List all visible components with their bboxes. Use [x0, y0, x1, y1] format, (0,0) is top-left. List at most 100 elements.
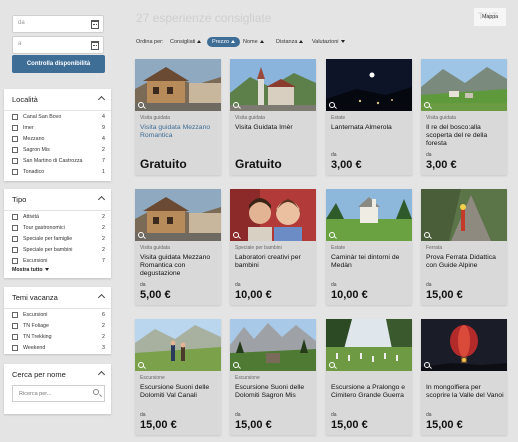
- filter-option[interactable]: Canal San Bovo 4: [12, 113, 105, 123]
- experience-card[interactable]: Visita guidata Visita guidata Mezzano Ro…: [135, 189, 221, 305]
- filter-option[interactable]: San Martino di Castrozza 7: [12, 157, 105, 167]
- card-image[interactable]: [421, 189, 507, 241]
- zoom-icon[interactable]: [233, 232, 239, 238]
- filter-option[interactable]: Tonadico 1: [12, 168, 105, 178]
- zoom-icon[interactable]: [233, 362, 239, 368]
- card-title[interactable]: In mongolfiera per scoprire la Valle del…: [426, 384, 504, 400]
- filter-option[interactable]: TN Foliage 2: [12, 322, 105, 332]
- filter-option[interactable]: Sagron Mis 2: [12, 146, 105, 156]
- checkbox[interactable]: [12, 334, 18, 340]
- card-title[interactable]: Prova Ferrata Didattica con Guide Alpine: [426, 254, 504, 270]
- card-image[interactable]: [230, 59, 316, 111]
- calendar-icon[interactable]: [91, 41, 99, 50]
- experience-card[interactable]: Escursione a Pralongo e Cimitero Grande …: [326, 319, 412, 435]
- card-title[interactable]: Escursione Suoni delle Dolomiti Sagron M…: [235, 384, 313, 400]
- filter-option[interactable]: Speciale per famiglie 2: [12, 235, 105, 245]
- experience-card[interactable]: In mongolfiera per scoprire la Valle del…: [421, 319, 507, 435]
- zoom-icon[interactable]: [424, 232, 430, 238]
- checkbox[interactable]: [12, 169, 18, 175]
- card-title[interactable]: Caminàr tei dintorni de Medàn: [331, 254, 409, 270]
- card-image[interactable]: [326, 59, 412, 111]
- card-image[interactable]: [230, 189, 316, 241]
- date-from-field[interactable]: da: [12, 15, 104, 33]
- search-input[interactable]: [13, 386, 91, 401]
- card-title[interactable]: Lanternata Almerola: [331, 124, 409, 132]
- filter-option[interactable]: Escursioni 6: [12, 311, 105, 321]
- card-image[interactable]: [135, 319, 221, 371]
- experience-card[interactable]: Ferrata Prova Ferrata Didattica con Guid…: [421, 189, 507, 305]
- card-title[interactable]: Escursione Suoni delle Dolomiti Val Cana…: [140, 384, 218, 400]
- card-image[interactable]: [421, 59, 507, 111]
- experience-card[interactable]: Escursione Escursione Suoni delle Dolomi…: [135, 319, 221, 435]
- sort-option-consigliati[interactable]: Consigliati: [170, 39, 202, 45]
- experience-card[interactable]: Estate Lanternata Almerola da 3,00 €: [326, 59, 412, 175]
- card-price: 15,00 €: [331, 419, 368, 431]
- chevron-up-icon[interactable]: [97, 370, 106, 379]
- checkbox[interactable]: [12, 136, 18, 142]
- filter-option[interactable]: TN Trekking 2: [12, 333, 105, 343]
- search-icon[interactable]: [93, 389, 99, 395]
- card-title[interactable]: Escursione a Pralongo e Cimitero Grande …: [331, 384, 409, 400]
- checkbox[interactable]: [12, 312, 18, 318]
- price-prefix: da: [426, 152, 432, 158]
- card-image[interactable]: [230, 319, 316, 371]
- zoom-icon[interactable]: [329, 362, 335, 368]
- experience-card[interactable]: Estate Caminàr tei dintorni de Medàn da …: [326, 189, 412, 305]
- filter-option[interactable]: Weekend 3: [12, 344, 105, 354]
- sort-option-nome[interactable]: Nome: [243, 39, 264, 45]
- checkbox[interactable]: [12, 247, 18, 253]
- filter-option[interactable]: Attività 2: [12, 213, 105, 223]
- zoom-icon[interactable]: [233, 102, 239, 108]
- sort-option-prezzo[interactable]: Prezzo: [207, 37, 241, 47]
- zoom-icon[interactable]: [138, 232, 144, 238]
- filter-option[interactable]: Escursioni 7: [12, 257, 105, 267]
- map-button[interactable]: Mappa: [482, 14, 498, 20]
- check-availability-button[interactable]: Controlla disponibilità: [12, 55, 105, 73]
- experience-card[interactable]: Visita guidata Il re del bosco:alla scop…: [421, 59, 507, 175]
- card-image[interactable]: [326, 189, 412, 241]
- filter-option[interactable]: Speciale per bambini 2: [12, 246, 105, 256]
- checkbox[interactable]: [12, 323, 18, 329]
- filter-option[interactable]: Mezzano 4: [12, 135, 105, 145]
- checkbox[interactable]: [12, 158, 18, 164]
- date-to-placeholder: a: [18, 41, 22, 47]
- card-image[interactable]: [421, 319, 507, 371]
- chevron-up-icon[interactable]: [97, 95, 106, 104]
- calendar-icon[interactable]: [91, 20, 99, 29]
- card-image[interactable]: [135, 59, 221, 111]
- card-title[interactable]: Visita guidata Mezzano Romantica: [140, 124, 218, 140]
- card-image[interactable]: [135, 189, 221, 241]
- card-image[interactable]: [326, 319, 412, 371]
- zoom-icon[interactable]: [329, 102, 335, 108]
- zoom-icon[interactable]: [138, 102, 144, 108]
- checkbox[interactable]: [12, 147, 18, 153]
- sort-option-valutazioni[interactable]: Valutazioni: [312, 39, 345, 45]
- chevron-up-icon[interactable]: [97, 293, 106, 302]
- search-field[interactable]: [12, 385, 105, 402]
- checkbox[interactable]: [12, 258, 18, 264]
- checkbox[interactable]: [12, 125, 18, 131]
- experience-card[interactable]: Visita guidata Visita guidata Mezzano Ro…: [135, 59, 221, 175]
- card-title[interactable]: Visita Guidata Imèr: [235, 124, 313, 132]
- experience-card[interactable]: Visita guidata Visita Guidata Imèr Gratu…: [230, 59, 316, 175]
- zoom-icon[interactable]: [329, 232, 335, 238]
- sort-option-distanza[interactable]: Distanza: [276, 39, 304, 45]
- experience-card[interactable]: Speciale per bambini Laboratori creativi…: [230, 189, 316, 305]
- checkbox[interactable]: [12, 114, 18, 120]
- zoom-icon[interactable]: [424, 362, 430, 368]
- show-all-link[interactable]: Mostra tutto: [12, 267, 49, 273]
- filter-option[interactable]: Imer 9: [12, 124, 105, 134]
- filter-option[interactable]: Tour gastronomici 2: [12, 224, 105, 234]
- zoom-icon[interactable]: [424, 102, 430, 108]
- date-to-field[interactable]: a: [12, 36, 104, 54]
- card-title[interactable]: Il re del bosco:alla scoperta del re del…: [426, 124, 504, 148]
- card-title[interactable]: Visita guidata Mezzano Romantica con deg…: [140, 254, 218, 278]
- checkbox[interactable]: [12, 345, 18, 351]
- card-title[interactable]: Laboratori creativi per bambini: [235, 254, 313, 270]
- experience-card[interactable]: Escursione Escursione Suoni delle Dolomi…: [230, 319, 316, 435]
- checkbox[interactable]: [12, 214, 18, 220]
- chevron-up-icon[interactable]: [97, 195, 106, 204]
- checkbox[interactable]: [12, 236, 18, 242]
- checkbox[interactable]: [12, 225, 18, 231]
- zoom-icon[interactable]: [138, 362, 144, 368]
